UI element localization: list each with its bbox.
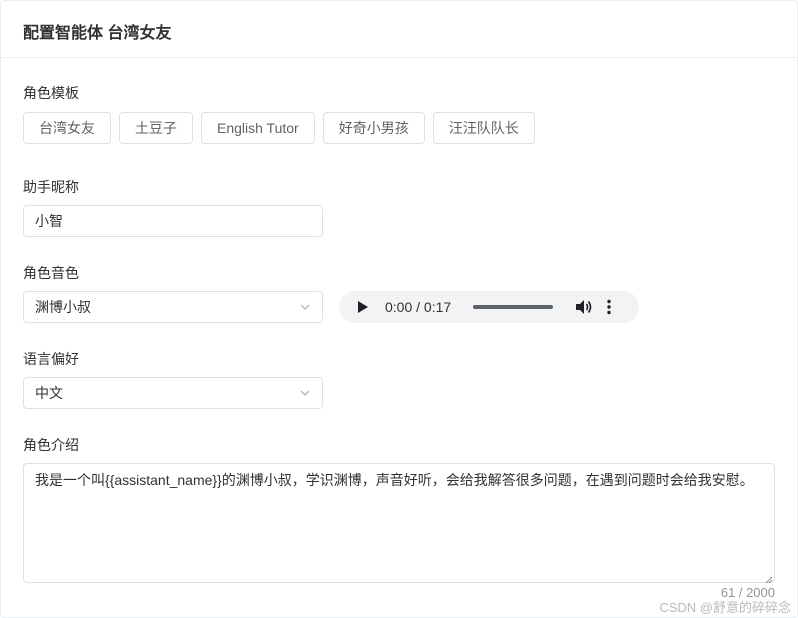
- language-selected-value: 中文: [35, 385, 63, 401]
- more-options-icon[interactable]: [607, 299, 611, 315]
- language-section: 语言偏好 中文: [23, 349, 775, 409]
- intro-textarea[interactable]: 我是一个叫{{assistant_name}}的渊博小叔，学识渊博，声音好听，会…: [23, 463, 775, 583]
- audio-progress-slider[interactable]: [473, 305, 554, 309]
- play-icon[interactable]: [357, 300, 371, 314]
- role-template-section: 角色模板 台湾女友 土豆子 English Tutor 好奇小男孩 汪汪队队长: [23, 83, 775, 144]
- assistant-name-section: 助手昵称 小智: [23, 177, 775, 237]
- voice-label: 角色音色: [23, 265, 79, 281]
- watermark: CSDN @舒意的碎碎念: [659, 600, 791, 615]
- audio-time: 0:00 / 0:17: [385, 299, 452, 315]
- template-button-tudouzi[interactable]: 土豆子: [119, 112, 193, 144]
- agent-config-panel: 配置智能体 台湾女友 角色模板 台湾女友 土豆子 English Tutor 好…: [0, 0, 798, 618]
- template-button-taiwan-girlfriend[interactable]: 台湾女友: [23, 112, 111, 144]
- intro-section: 角色介绍 我是一个叫{{assistant_name}}的渊博小叔，学识渊博，声…: [23, 435, 775, 584]
- language-label: 语言偏好: [23, 351, 79, 367]
- template-button-english-tutor[interactable]: English Tutor: [201, 112, 315, 144]
- assistant-name-value: 小智: [35, 213, 63, 229]
- role-template-list: 台湾女友 土豆子 English Tutor 好奇小男孩 汪汪队队长: [23, 112, 775, 144]
- voice-section: 角色音色 渊博小叔 0:00 / 0:17: [23, 263, 775, 323]
- voice-selected-value: 渊博小叔: [35, 299, 91, 315]
- page-title: 配置智能体 台湾女友: [23, 25, 172, 42]
- chevron-down-icon: [299, 301, 311, 313]
- intro-textarea-wrap: 我是一个叫{{assistant_name}}的渊博小叔，学识渊博，声音好听，会…: [23, 463, 775, 584]
- volume-icon[interactable]: [575, 298, 593, 316]
- template-button-curious-boy[interactable]: 好奇小男孩: [322, 112, 425, 144]
- template-button-paw-patrol-captain[interactable]: 汪汪队队长: [432, 112, 535, 144]
- audio-duration: 0:17: [423, 299, 452, 315]
- assistant-name-label: 助手昵称: [23, 179, 79, 195]
- chevron-down-icon: [299, 387, 311, 399]
- assistant-name-input[interactable]: 小智: [23, 205, 323, 237]
- voice-audio-player: 0:00 / 0:17: [339, 291, 639, 323]
- role-template-label: 角色模板: [23, 85, 79, 101]
- panel-header: 配置智能体 台湾女友: [1, 1, 797, 58]
- voice-row: 渊博小叔 0:00 / 0:17: [23, 291, 775, 323]
- voice-select[interactable]: 渊博小叔: [23, 291, 323, 323]
- resize-handle-icon[interactable]: [763, 571, 773, 584]
- intro-label: 角色介绍: [23, 437, 79, 453]
- language-select[interactable]: 中文: [23, 377, 323, 409]
- audio-current-time: 0:00: [385, 299, 413, 315]
